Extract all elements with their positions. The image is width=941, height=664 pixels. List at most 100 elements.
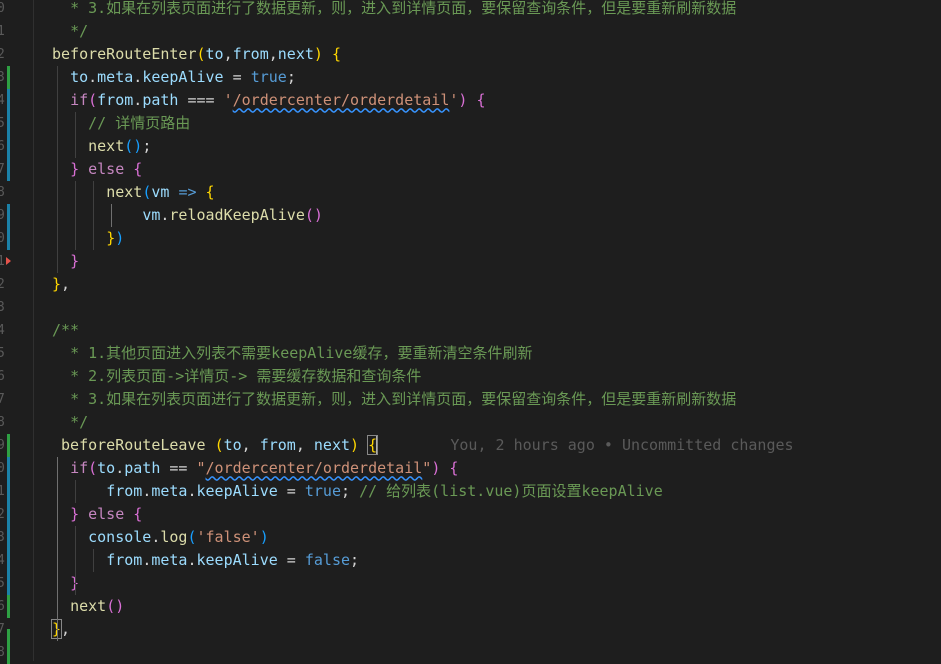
git-modified-marker (7, 88, 10, 181)
indent-guide (93, 548, 94, 572)
code-token: , (61, 274, 71, 293)
line-number-gutter: 0 1 2 3 4 5 6 7 8 9 0 1 2 3 4 5 6 7 8 9 0 1 2 3 4 5 6 7 8 (0, 0, 32, 664)
code-token: == (160, 458, 197, 477)
code-line[interactable]: beforeRouteLeave (to, from, next) { You,… (52, 434, 794, 457)
indent-guide (57, 65, 58, 273)
code-line[interactable]: if(from.path === '/ordercenter/orderdeta… (52, 89, 485, 112)
code-token: // 给列表(list.vue)页面设置keepAlive (359, 481, 663, 500)
code-line[interactable]: } else { (52, 158, 142, 181)
code-token: path (142, 90, 179, 109)
code-line[interactable]: next(vm => { (52, 181, 215, 204)
code-token: */ (70, 21, 89, 40)
code-line[interactable]: */ (52, 20, 88, 43)
code-token: * 1.其他页面进入列表不需要keepAlive缓存，要重新清空条件刷新 (70, 343, 533, 362)
code-line[interactable]: * 3.如果在列表页面进行了数据更新，则，进入到详情页面，要保留查询条件，但是要… (52, 388, 736, 411)
code-line[interactable]: beforeRouteEnter(to,from,next) { (52, 43, 341, 66)
line-number: 6 (0, 598, 5, 614)
code-token: ( (304, 205, 314, 224)
line-number: 5 (0, 575, 5, 591)
code-line[interactable]: if(to.path == "/ordercenter/orderdetail"… (52, 457, 458, 480)
code-token: , (268, 44, 278, 63)
code-token: ( (142, 182, 152, 201)
code-line[interactable]: console.log('false') (52, 526, 269, 549)
line-number: 6 (0, 368, 5, 384)
code-line[interactable]: } else { (52, 503, 142, 526)
code-line[interactable]: * 1.其他页面进入列表不需要keepAlive缓存，要重新清空条件刷新 (52, 342, 532, 365)
code-token: , (241, 435, 260, 454)
code-line[interactable]: }, (52, 273, 70, 296)
code-line[interactable]: /** (52, 319, 79, 342)
code-token: ; (341, 481, 360, 500)
code-token: ) (259, 527, 269, 546)
code-token: beforeRouteEnter (52, 44, 197, 63)
line-number: 8 (0, 644, 5, 660)
code-token: } (106, 228, 116, 247)
code-token: , (223, 44, 233, 63)
line-number: 5 (0, 345, 5, 361)
code-token: === (178, 90, 224, 109)
code-token: vm (142, 205, 161, 224)
indent-guide (57, 456, 58, 641)
git-deleted-marker (6, 257, 11, 265)
code-line[interactable]: next(); (52, 135, 151, 158)
code-token: = (277, 550, 305, 569)
code-token: 'false' (196, 527, 260, 546)
code-token: log (160, 527, 188, 546)
indent-guide (93, 180, 94, 250)
code-token: from (106, 550, 143, 569)
line-number: 1 (0, 483, 5, 499)
code-token: meta (97, 67, 134, 86)
code-line[interactable]: }, (50, 618, 71, 641)
code-token: , (61, 619, 71, 638)
code-line[interactable]: from.meta.keepAlive = false; (52, 549, 359, 572)
code-token: meta (151, 550, 188, 569)
code-line[interactable]: * 3.如果在列表页面进行了数据更新，则，进入到详情页面，要保留查询条件，但是要… (52, 0, 736, 20)
code-token: ( (196, 44, 206, 63)
code-line[interactable]: * 2.列表页面->详情页-> 需要缓存数据和查询条件 (52, 365, 421, 388)
indent-guide (75, 180, 76, 250)
code-token: * 3.如果在列表页面进行了数据更新，则，进入到详情页面，要保留查询条件，但是要… (70, 0, 737, 17)
code-token: ) (115, 596, 125, 615)
code-line[interactable]: */ (52, 411, 88, 434)
code-token: from (97, 90, 134, 109)
indent-guide (75, 525, 76, 595)
line-number: 9 (0, 207, 5, 223)
code-line[interactable]: // 详情页路由 (52, 112, 190, 135)
line-number: 4 (0, 92, 5, 108)
code-token: /ordercenter/orderdetail (205, 458, 423, 477)
code-editor[interactable]: 0 1 2 3 4 5 6 7 8 9 0 1 2 3 4 5 6 7 8 9 0 1 2 3 4 5 6 7 8 * 3.如果在列表页… (0, 0, 941, 664)
code-token: next (277, 44, 314, 63)
code-token: ) (313, 44, 323, 63)
line-number: 1 (0, 253, 5, 269)
code-token: ( (88, 90, 98, 109)
code-token: . (115, 458, 125, 477)
code-line[interactable]: }) (52, 227, 124, 250)
code-line[interactable]: next() (52, 595, 124, 618)
git-blame-annotation: You, 2 hours ago • Uncommitted changes (450, 435, 794, 454)
code-token: => (178, 182, 197, 201)
code-line[interactable]: to.meta.keepAlive = true; (52, 66, 296, 89)
code-token: */ (70, 412, 89, 431)
gutter-divider (33, 0, 34, 661)
code-token: else (88, 159, 125, 178)
code-token: path (124, 458, 161, 477)
code-token: { (205, 182, 215, 201)
line-number: 7 (0, 161, 5, 177)
code-line[interactable]: from.meta.keepAlive = true; // 给列表(list.… (52, 480, 663, 503)
